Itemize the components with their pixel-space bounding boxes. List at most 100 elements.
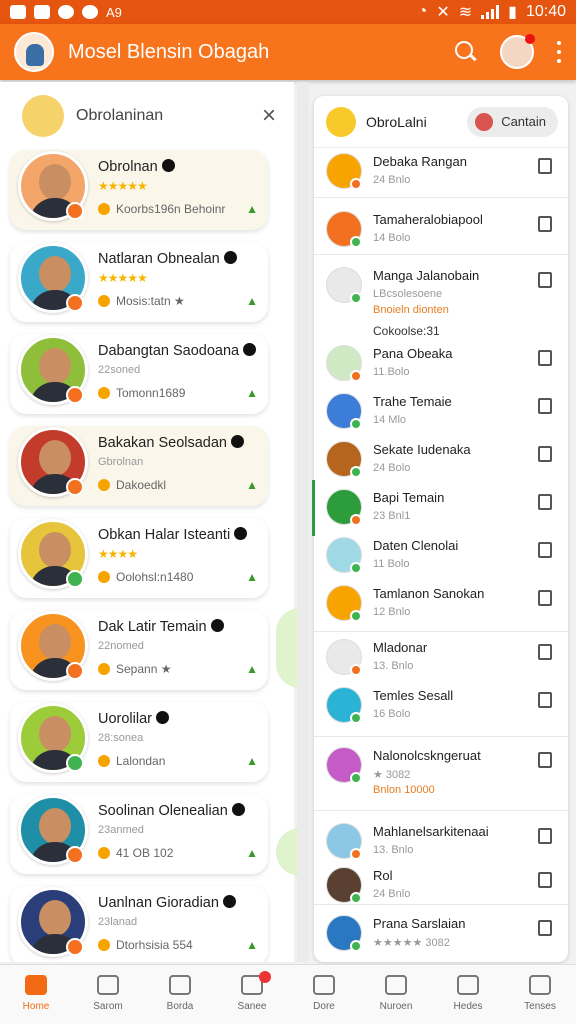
contact-meta: 41 OB 102 xyxy=(98,846,173,860)
search-icon[interactable] xyxy=(454,40,478,64)
contact-button[interactable]: Cantain xyxy=(467,106,558,137)
meta-icon xyxy=(98,755,110,767)
contact-card[interactable]: Dabangtan Saodoana 22soned Tomonn1689 ▲ xyxy=(10,334,268,414)
contact-meta: Koorbs196n Behoinr xyxy=(98,202,225,216)
nav-item-borda[interactable]: Borda xyxy=(144,965,216,1024)
chat-row[interactable]: Mahlanelsarkitenaai 13. Bnlo xyxy=(314,818,568,866)
bookmark-icon[interactable] xyxy=(538,692,552,708)
wifi-icon: ≋ xyxy=(458,4,473,21)
contact-name-text: Obrolnan xyxy=(98,159,158,175)
bookmark-icon[interactable] xyxy=(538,272,552,288)
contact-card[interactable]: Obkan Halar Isteanti ★★★★ Oolohsl:n1480 ▲ xyxy=(10,518,268,598)
meta-icon xyxy=(98,847,110,859)
leaf-icon: ▲ xyxy=(246,846,258,860)
row-subtitle: LBcsolesoene xyxy=(373,288,443,300)
chat-row[interactable]: Mladonar 13. Bnlo xyxy=(314,634,568,682)
more-vert-icon[interactable] xyxy=(556,41,562,63)
bookmark-icon[interactable] xyxy=(538,446,552,462)
bookmark-icon[interactable] xyxy=(538,398,552,414)
nav-item-home[interactable]: Home xyxy=(0,965,72,1024)
bookmark-icon[interactable] xyxy=(538,542,552,558)
status-right: ◔ ✕ ≋ ▮ 10:40 xyxy=(418,2,566,22)
chat-row[interactable]: Bapi Temain 23 Bnl1 xyxy=(314,484,568,532)
row-subtitle: 23 Bnl1 xyxy=(373,510,411,522)
row-name: Prana Sarslaian xyxy=(373,916,466,931)
row-subtitle: 16 Bolo xyxy=(373,708,411,720)
bookmark-icon[interactable] xyxy=(538,216,552,232)
contact-name: Dak Latir Temain xyxy=(98,619,224,635)
row-name: Daten Clenolai xyxy=(373,538,459,553)
app-logo[interactable] xyxy=(14,32,54,72)
contact-name-text: Bakakan Seolsadan xyxy=(98,435,227,451)
contact-card[interactable]: Natlaran Obnealan ★★★★★ Mosis:tatn ★ ▲ xyxy=(10,242,268,322)
chat-row[interactable]: Trahe Temaie 14 Mlo xyxy=(314,388,568,436)
row-name: Bapi Temain xyxy=(373,490,445,505)
status-left: A9 xyxy=(10,5,122,20)
bookmark-icon[interactable] xyxy=(538,828,552,844)
row-name: Manga Jalanobain xyxy=(373,268,480,283)
status-dot xyxy=(350,236,362,248)
nav-icon xyxy=(313,975,335,995)
bookmark-icon[interactable] xyxy=(538,350,552,366)
bottom-navigation: Home Sarom Borda Sanee Dore Nuroen Hedes Tenses xyxy=(0,964,576,1024)
chat-row[interactable]: Debaka Rangan 24 Bnlo xyxy=(314,148,568,196)
status-bar: A9 ◔ ✕ ≋ ▮ 10:40 xyxy=(0,0,576,24)
chat-row[interactable]: Sekate Iudenaka 24 Bolo xyxy=(314,436,568,484)
row-separator xyxy=(314,197,568,198)
nav-item-sanee[interactable]: Sanee xyxy=(216,965,288,1024)
nav-item-sarom[interactable]: Sarom xyxy=(72,965,144,1024)
status-dot xyxy=(350,848,362,860)
chat-row[interactable]: Daten Clenolai 11 Bolo xyxy=(314,532,568,580)
rating-stars: ★★★★ xyxy=(98,547,138,561)
chat-row[interactable]: Temles Sesall 16 Bolo xyxy=(314,682,568,730)
contact-card[interactable]: Soolinan Olenealian 23anmed 41 OB 102 ▲ xyxy=(10,794,268,874)
contact-card[interactable]: Bakakan Seolsadan Gbrolnan Dakoedkl ▲ xyxy=(10,426,268,506)
contact-card[interactable]: Obrolnan ★★★★★ Koorbs196n Behoinr ▲ xyxy=(10,150,268,230)
bookmark-icon[interactable] xyxy=(538,158,552,174)
chat-row[interactable]: Tamaheralobiapool 14 Bolo xyxy=(314,206,568,254)
meta-icon xyxy=(98,939,110,951)
contact-meta-text: Sepann ★ xyxy=(116,662,172,676)
detail-title: ObroLalni xyxy=(366,113,427,130)
bookmark-icon[interactable] xyxy=(538,494,552,510)
nav-icon xyxy=(457,975,479,995)
status-dot xyxy=(350,178,362,190)
section-label: Cokoolse:31 xyxy=(373,324,440,338)
bookmark-icon[interactable] xyxy=(538,752,552,768)
nav-label: Nuroen xyxy=(379,1001,413,1012)
chat-row[interactable]: Nalonolcskngeruat ★ 3082 Bnlon 10000 xyxy=(314,742,568,796)
profile-avatar[interactable] xyxy=(500,34,535,69)
contact-card[interactable]: Uorolilar 28:sonea Lalondan ▲ xyxy=(10,702,268,782)
chat-row[interactable]: Rol 24 Bnlo xyxy=(314,862,568,910)
status-dot xyxy=(350,712,362,724)
row-name: Mahlanelsarkitenaai xyxy=(373,824,489,839)
chat-row[interactable]: Manga Jalanobain LBcsolesoene Bnoieln dion… xyxy=(314,262,568,316)
bookmark-icon[interactable] xyxy=(538,644,552,660)
row-name: Nalonolcskngeruat xyxy=(373,748,481,763)
row-name: Debaka Rangan xyxy=(373,154,467,169)
nav-item-nuroen[interactable]: Nuroen xyxy=(360,965,432,1024)
chat-row[interactable]: Prana Sarslaian ★★★★★ 3082 xyxy=(314,910,568,958)
app-icon xyxy=(58,5,74,19)
nav-item-hedes[interactable]: Hedes xyxy=(432,965,504,1024)
verified-badge-icon xyxy=(223,251,237,264)
chat-row[interactable]: Tamlanon Sanokan 12 Bnlo xyxy=(314,580,568,628)
chat-row[interactable]: Pana Obeaka 11.Bolo xyxy=(314,340,568,388)
contact-meta: Dtorhsisia 554 xyxy=(98,938,193,952)
contact-card[interactable]: Dak Latir Temain 22nomed Sepann ★ ▲ xyxy=(10,610,268,690)
verified-badge-icon xyxy=(231,803,245,816)
contact-meta: Tomonn1689 xyxy=(98,386,185,400)
nav-item-dore[interactable]: Dore xyxy=(288,965,360,1024)
notification-icon xyxy=(10,5,26,19)
contact-card[interactable]: Uanlnan Gioradian 23lanad Dtorhsisia 554 ▲ xyxy=(10,886,268,962)
close-icon[interactable]: × xyxy=(262,102,276,130)
bookmark-icon[interactable] xyxy=(538,872,552,888)
status-dot xyxy=(350,514,362,526)
leaf-icon: ▲ xyxy=(246,294,258,308)
bookmark-icon[interactable] xyxy=(538,920,552,936)
status-dot xyxy=(66,294,84,312)
bookmark-icon[interactable] xyxy=(538,590,552,606)
nav-item-tenses[interactable]: Tenses xyxy=(504,965,576,1024)
chat-detail-panel: ObroLalni Cantain Cokoolse:31 Debaka Rang… xyxy=(314,96,568,962)
contact-meta-text: Dtorhsisia 554 xyxy=(116,938,193,952)
